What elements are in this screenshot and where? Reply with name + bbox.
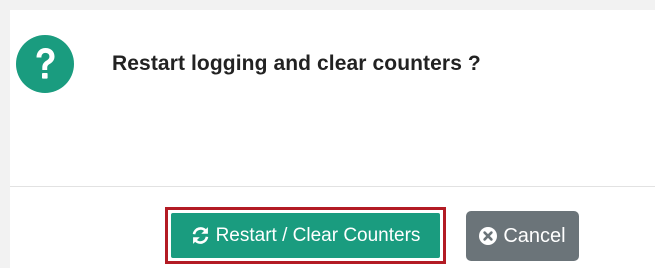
focus-highlight: Restart / Clear Counters	[165, 207, 446, 264]
times-circle-icon	[479, 227, 498, 245]
question-circle-icon	[16, 35, 74, 93]
restart-clear-counters-button[interactable]: Restart / Clear Counters	[171, 213, 440, 258]
confirm-dialog: Restart logging and clear counters ? Res…	[10, 10, 655, 268]
cancel-label: Cancel	[503, 224, 566, 247]
dialog-body: Restart logging and clear counters ?	[10, 10, 655, 186]
restart-clear-counters-label: Restart / Clear Counters	[215, 224, 421, 246]
refresh-icon	[191, 226, 210, 245]
dialog-message: Restart logging and clear counters ?	[112, 52, 481, 75]
cancel-button[interactable]: Cancel	[466, 211, 579, 261]
dialog-footer: Restart / Clear Counters Cancel	[10, 187, 655, 268]
